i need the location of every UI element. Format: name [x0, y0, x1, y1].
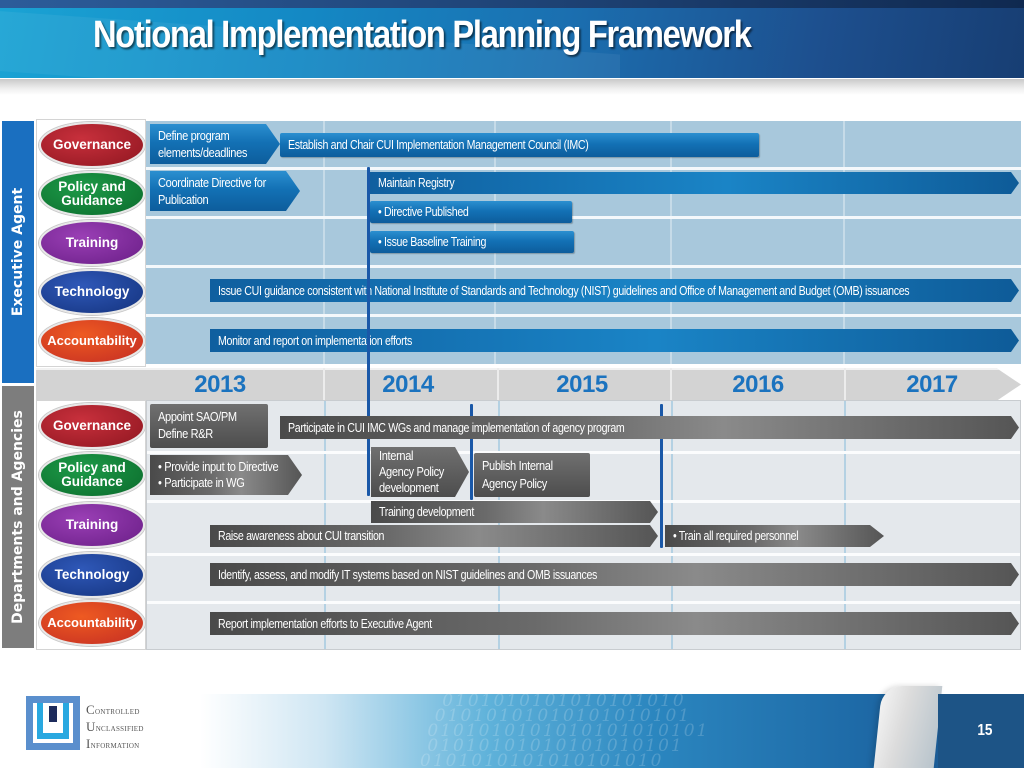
- task-directive-published: • Directive Published: [370, 201, 572, 223]
- departments-agencies-label: Departments and Agencies: [2, 386, 34, 648]
- year-divider: [497, 368, 499, 401]
- task-define-program-elements: Define program elements/deadlines: [150, 124, 280, 164]
- executive-agent-label: Executive Agent: [2, 121, 34, 383]
- year-2015: 2015: [556, 370, 608, 398]
- grid-line: [670, 121, 672, 364]
- row-divider: [146, 314, 1021, 317]
- task-provide-input: • Provide input to Directive • Participa…: [150, 455, 302, 495]
- cui-logo-icon: [26, 696, 80, 750]
- exec-policy-oval: Policy and Guidance: [39, 171, 145, 217]
- cui-logo-text: Controlled Unclassified Information: [86, 702, 144, 751]
- page-title: Notional Implementation Planning Framewo…: [93, 14, 752, 56]
- task-coordinate-directive: Coordinate Directive for Publication: [150, 171, 300, 211]
- task-participate-imc-wgs: Participate in CUI IMC WGs and manage im…: [280, 416, 1019, 439]
- task-appoint-sao: Appoint SAO/PM Define R&R: [150, 404, 268, 448]
- task-train-all-personnel: • Train all required personnel: [665, 525, 884, 547]
- dept-accountability-oval: Accountability: [39, 600, 145, 646]
- dept-technology-oval: Technology: [39, 552, 145, 598]
- binary-pattern: 0101010101010101010 01010101010101010101…: [420, 694, 710, 768]
- row-divider: [146, 265, 1021, 268]
- year-divider: [323, 368, 325, 401]
- row-divider: [147, 553, 1020, 556]
- page-curl-graphic: [873, 686, 943, 768]
- task-report-implementation: Report implementation efforts to Executi…: [210, 612, 1019, 635]
- executive-timeline-panel: [146, 121, 1021, 364]
- row-divider: [146, 216, 1021, 219]
- task-raise-awareness: Raise awareness about CUI transition: [210, 525, 658, 547]
- task-maintain-registry: Maintain Registry: [370, 172, 1019, 194]
- task-training-development: Training development: [371, 501, 658, 523]
- year-divider: [844, 368, 846, 401]
- grid-line: [323, 121, 325, 364]
- task-internal-agency-policy: Internal Agency Policy development: [371, 447, 469, 497]
- year-2016: 2016: [732, 370, 784, 398]
- grid-line: [843, 121, 845, 364]
- task-establish-imc: Establish and Chair CUI Implementation M…: [280, 133, 759, 157]
- banner-shadow: [0, 79, 1024, 95]
- department-category-column: Governance Policy and Guidance Training …: [36, 400, 146, 650]
- exec-accountability-oval: Accountability: [39, 318, 145, 364]
- task-publish-internal-policy: Publish Internal Agency Policy: [474, 453, 590, 497]
- row-divider: [146, 167, 1021, 170]
- executive-category-column: Governance Policy and Guidance Training …: [36, 119, 146, 367]
- task-issue-baseline-training: • Issue Baseline Training: [370, 231, 574, 253]
- page-number: 15: [977, 722, 993, 739]
- task-issue-cui-guidance: Issue CUI guidance consistent with Natio…: [210, 279, 1019, 302]
- dept-governance-oval: Governance: [39, 403, 145, 449]
- dept-policy-oval: Policy and Guidance: [39, 452, 145, 498]
- year-divider: [670, 368, 672, 401]
- dept-training-oval: Training: [39, 502, 145, 548]
- task-monitor-report: Monitor and report on implementation eff…: [210, 329, 1019, 352]
- year-2014: 2014: [382, 370, 434, 398]
- milestone-line-2014: [367, 167, 370, 496]
- row-divider: [147, 601, 1020, 604]
- year-2013: 2013: [194, 370, 246, 398]
- exec-training-oval: Training: [39, 220, 145, 266]
- exec-governance-oval: Governance: [39, 122, 145, 168]
- exec-technology-oval: Technology: [39, 269, 145, 315]
- task-identify-assess-modify: Identify, assess, and modify IT systems …: [210, 563, 1019, 586]
- title-banner: Notional Implementation Planning Framewo…: [0, 0, 1024, 78]
- year-2017: 2017: [906, 370, 958, 398]
